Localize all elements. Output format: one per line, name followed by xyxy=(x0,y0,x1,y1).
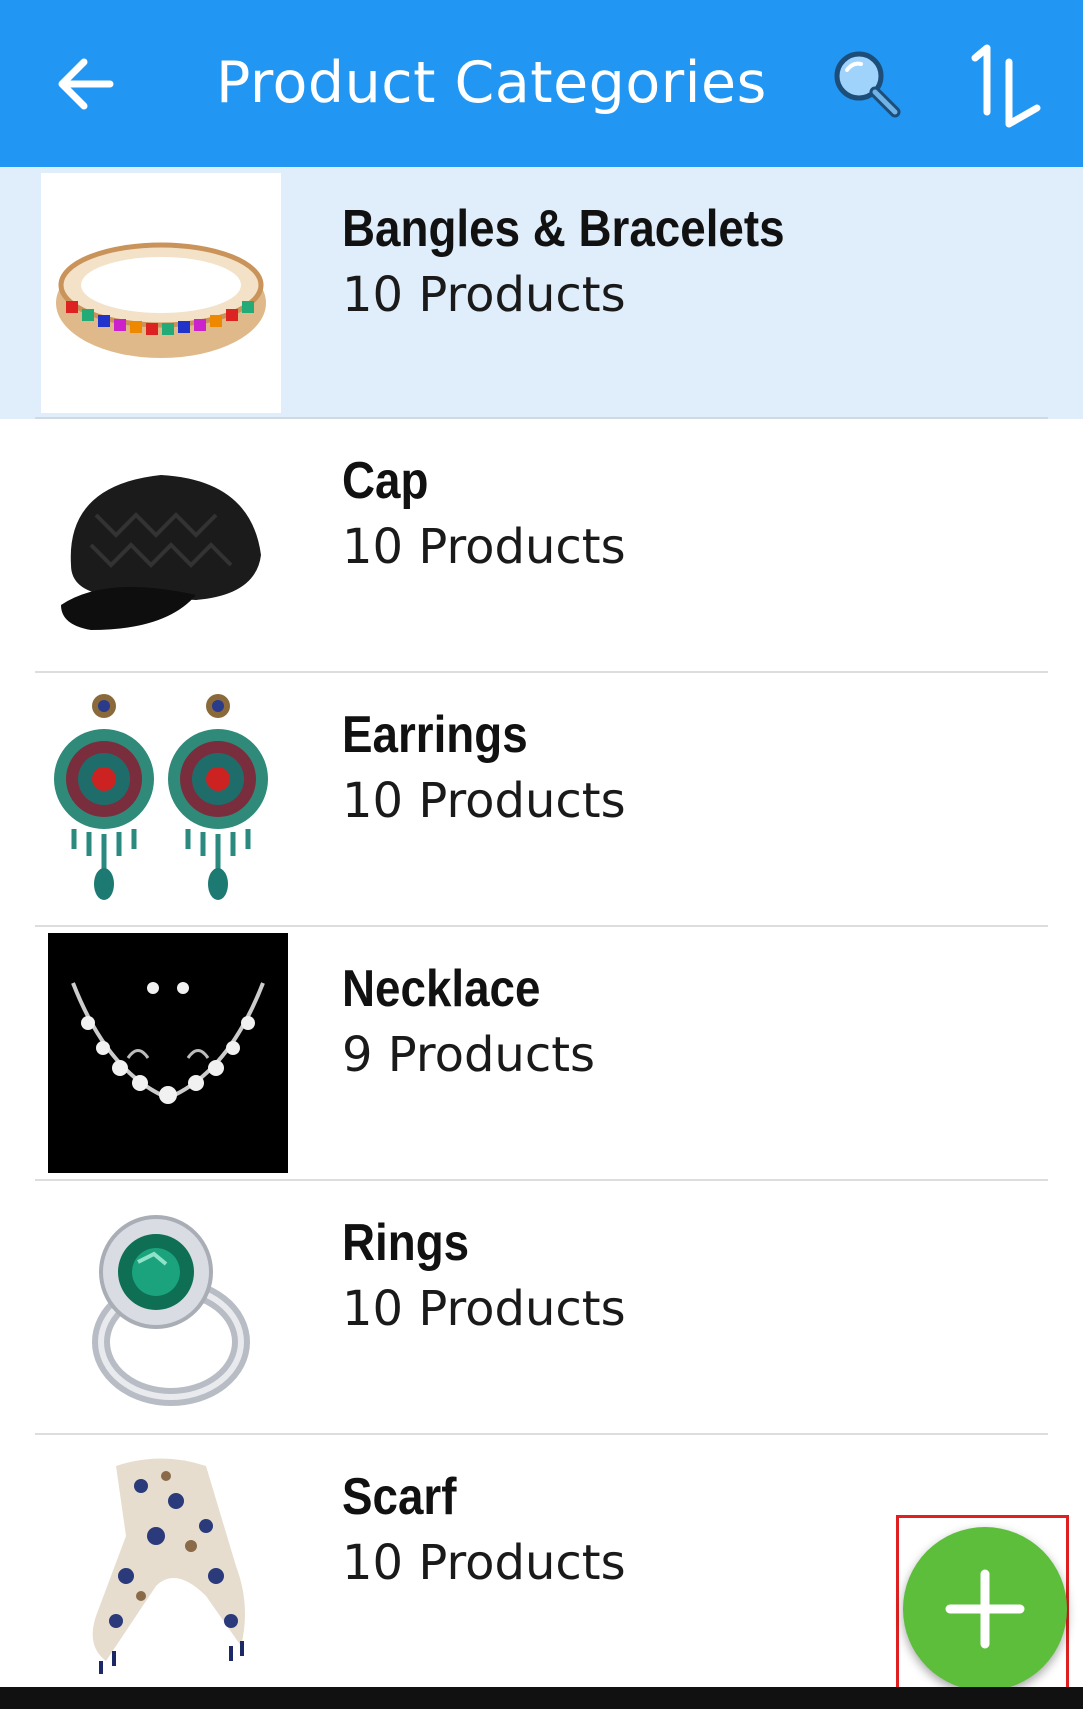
category-count: 10 Products xyxy=(342,519,626,575)
page-title: Product Categories xyxy=(216,50,767,116)
category-row-earrings[interactable]: Earrings 10 Products xyxy=(35,673,1048,927)
category-list: Bangles & Bracelets 10 Products Cap 10 P… xyxy=(0,167,1083,1689)
category-name: Scarf xyxy=(342,1468,457,1526)
search-icon xyxy=(834,51,901,118)
sort-button[interactable] xyxy=(965,40,1065,130)
category-row-bangles-bracelets[interactable]: Bangles & Bracelets 10 Products xyxy=(0,167,1083,419)
app-bar: Product Categories xyxy=(0,0,1083,167)
category-count: 10 Products xyxy=(342,1535,626,1591)
category-count: 9 Products xyxy=(342,1027,596,1083)
bottom-edge xyxy=(0,1687,1083,1709)
category-name: Bangles & Bracelets xyxy=(342,200,785,258)
add-category-button[interactable] xyxy=(903,1527,1067,1691)
category-name: Earrings xyxy=(342,706,528,764)
category-row-cap[interactable]: Cap 10 Products xyxy=(35,419,1048,673)
earrings-image xyxy=(41,679,281,919)
category-row-rings[interactable]: Rings 10 Products xyxy=(35,1181,1048,1435)
category-row-necklace[interactable]: Necklace 9 Products xyxy=(35,927,1048,1181)
category-count: 10 Products xyxy=(342,1281,626,1337)
cap-image xyxy=(41,425,281,665)
category-name: Cap xyxy=(342,452,429,510)
back-button[interactable] xyxy=(48,44,128,124)
category-count: 10 Products xyxy=(342,267,626,323)
plus-icon xyxy=(945,1569,1025,1649)
search-button[interactable] xyxy=(823,40,913,130)
ring-image xyxy=(41,1187,281,1427)
category-name: Necklace xyxy=(342,960,541,1018)
category-name: Rings xyxy=(342,1214,470,1272)
scarf-image xyxy=(41,1441,281,1681)
sort-icon xyxy=(971,44,1041,128)
back-arrow-icon xyxy=(58,58,114,110)
category-count: 10 Products xyxy=(342,773,626,829)
necklace-image xyxy=(48,933,288,1173)
bracelet-image xyxy=(41,173,281,413)
